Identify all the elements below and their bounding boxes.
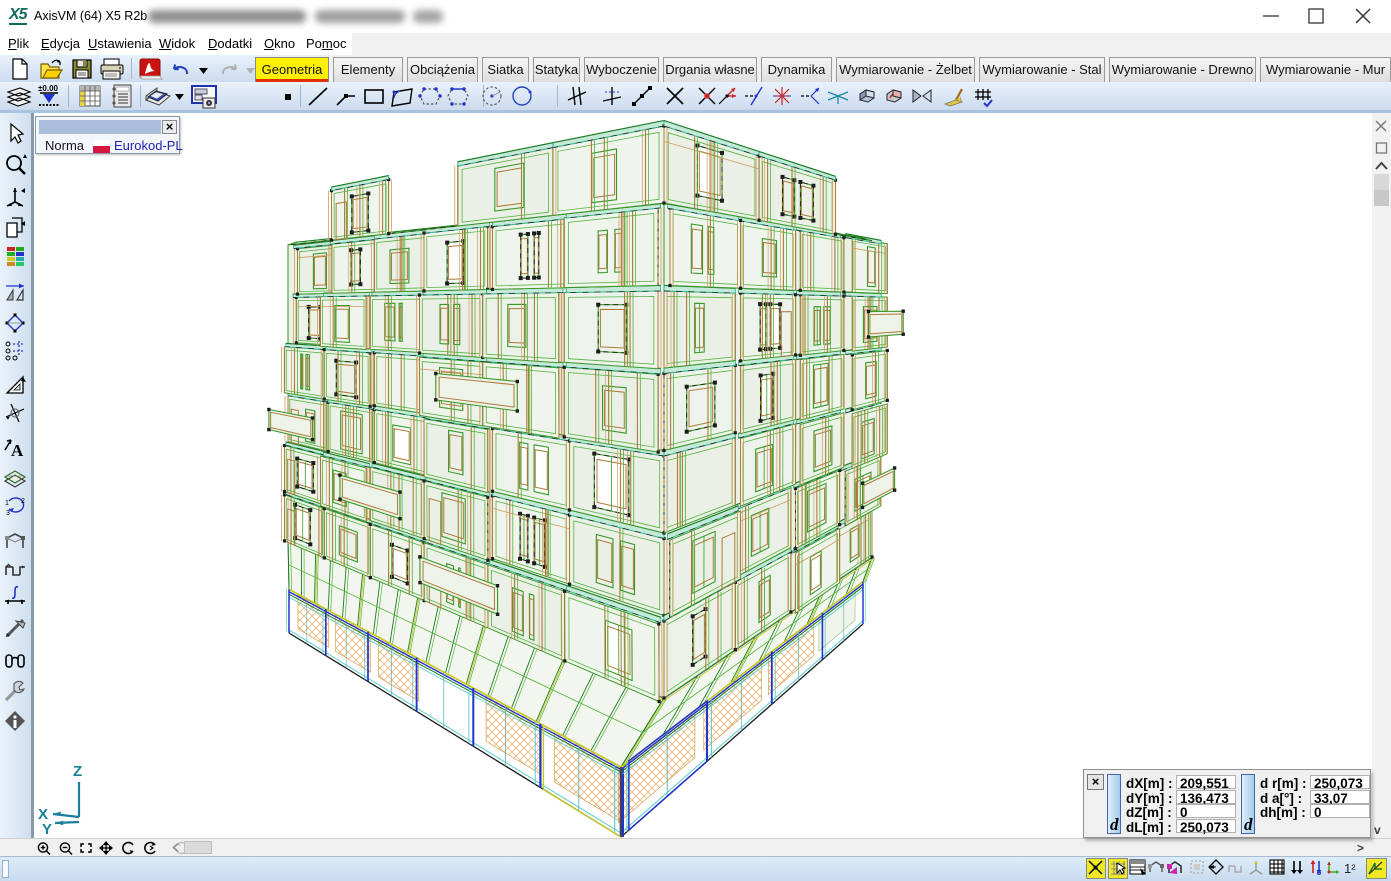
svg-text:±0.00: ±0.00 (38, 84, 59, 93)
svg-text:A: A (11, 441, 24, 460)
svg-text:2: 2 (21, 498, 25, 505)
svg-text:3: 3 (6, 510, 10, 517)
svg-text:Z: Z (73, 763, 82, 780)
svg-text:Y: Y (42, 821, 52, 835)
svg-text:1: 1 (5, 500, 9, 507)
